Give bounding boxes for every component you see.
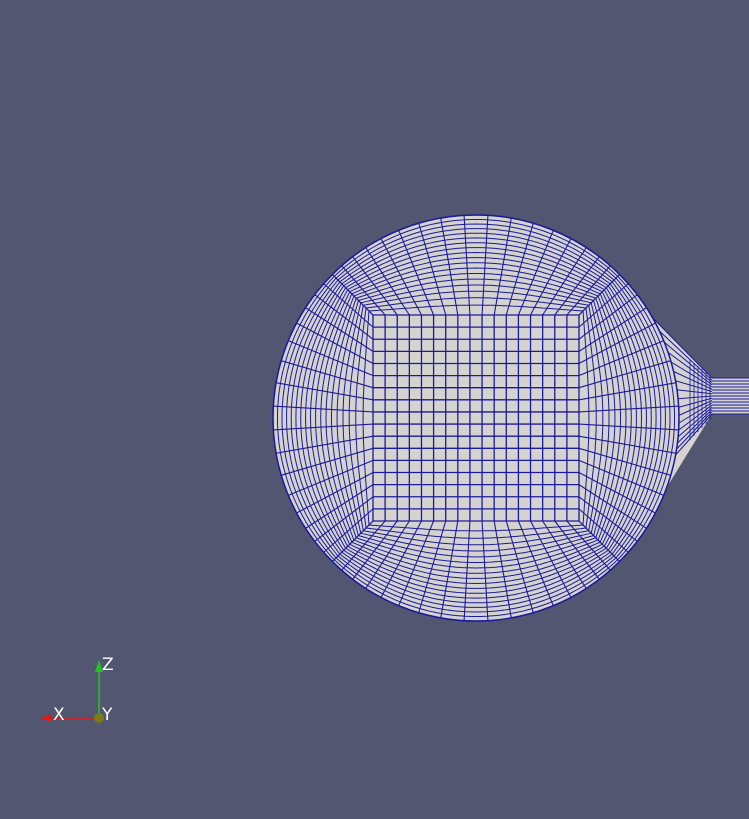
3d-render-viewport[interactable]: Z X Y: [0, 0, 749, 819]
x-axis-arrowhead: [40, 714, 52, 722]
z-axis-label: Z: [102, 655, 114, 675]
render-canvas[interactable]: Z X Y: [0, 0, 749, 819]
x-axis-label: X: [53, 705, 65, 725]
y-axis-label: Y: [101, 705, 113, 725]
orientation-axes: Z X Y: [40, 655, 114, 725]
circular-mesh-disk: [272, 214, 680, 622]
